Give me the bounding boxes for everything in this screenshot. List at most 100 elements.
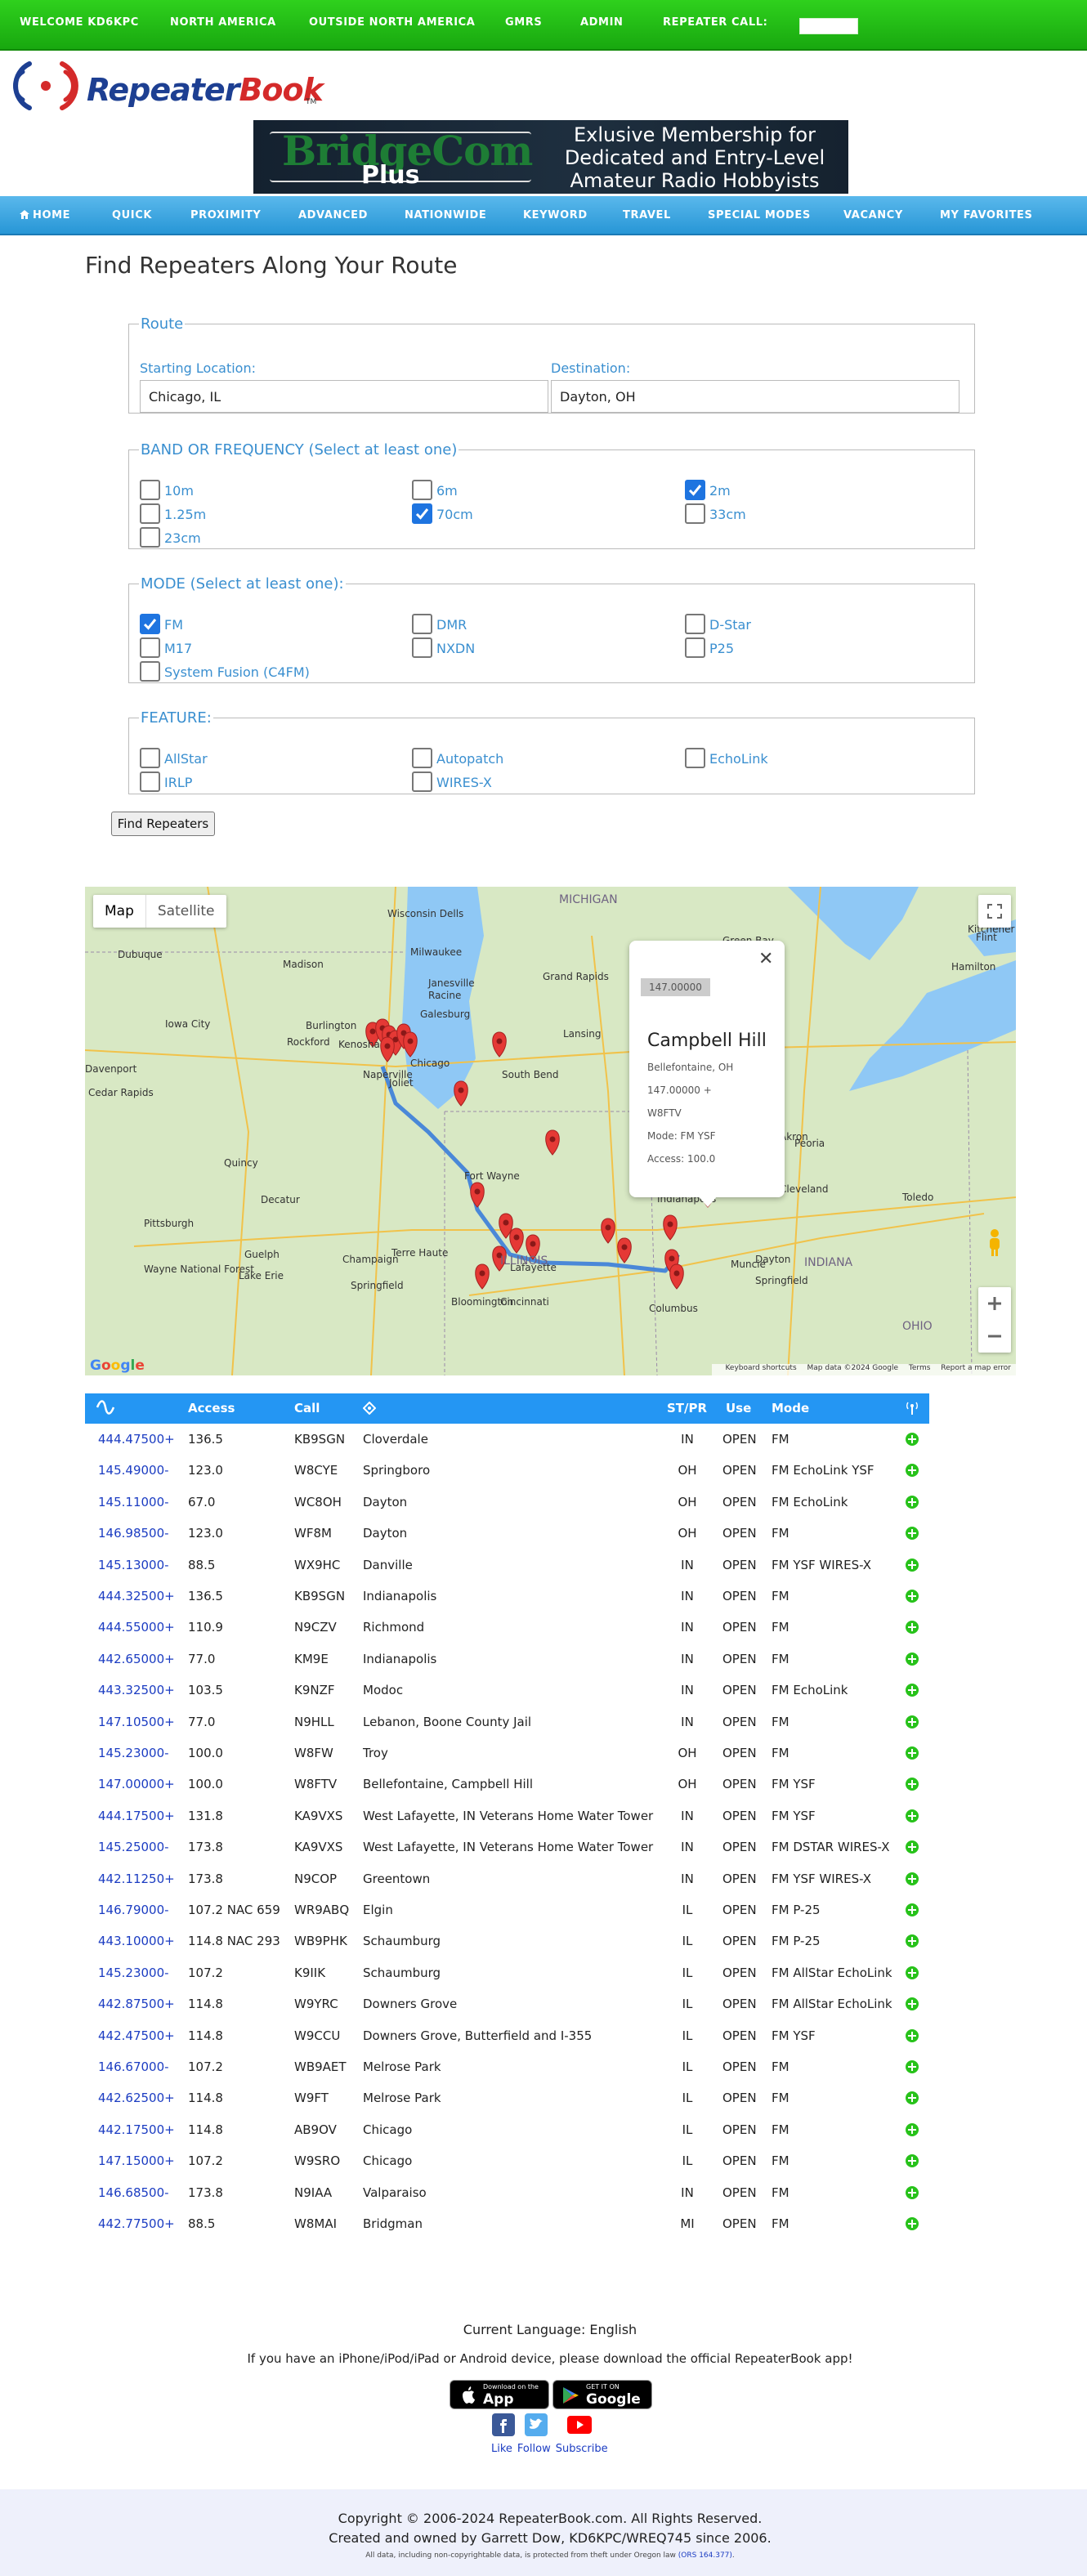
zoom-in-button[interactable] <box>978 1287 1011 1320</box>
nav-item-quick[interactable]: QUICK <box>112 209 152 221</box>
nav-item-home[interactable]: HOME <box>20 209 70 221</box>
nav-item-nationwide[interactable]: NATIONWIDE <box>405 209 486 221</box>
add-favorite-plus-icon[interactable] <box>906 1872 919 1885</box>
add-favorite-plus-icon[interactable] <box>906 2154 919 2168</box>
feature-label-irlp[interactable]: IRLP <box>164 775 192 790</box>
band-checkbox-2m[interactable] <box>685 480 705 500</box>
use-header[interactable]: Use <box>726 1401 751 1415</box>
add-favorite-plus-icon[interactable] <box>906 2122 919 2136</box>
frequency-link[interactable]: 145.23000- <box>98 1746 169 1760</box>
feature-checkbox-wires-x[interactable] <box>412 771 432 792</box>
add-favorite-plus-icon[interactable] <box>906 1809 919 1822</box>
frequency-link[interactable]: 443.10000+ <box>98 1934 175 1948</box>
stpr-header[interactable]: ST/PR <box>667 1401 707 1415</box>
frequency-link[interactable]: 147.00000+ <box>98 1777 175 1791</box>
report-map-error-link[interactable]: Report a map error <box>941 1364 1011 1372</box>
nav-item-travel[interactable]: TRAVEL <box>623 209 671 221</box>
zoom-out-button[interactable] <box>978 1320 1011 1353</box>
mode-checkbox-system-fusion-c4fm[interactable] <box>140 661 160 682</box>
add-favorite-plus-icon[interactable] <box>906 1840 919 1854</box>
add-favorite-plus-icon[interactable] <box>906 1590 919 1603</box>
pegman-button[interactable] <box>978 1226 1011 1259</box>
frequency-link[interactable]: 147.15000+ <box>98 2153 175 2168</box>
frequency-link[interactable]: 146.79000- <box>98 1903 169 1917</box>
mode-label-dmr[interactable]: DMR <box>436 617 467 633</box>
mode-checkbox-nxdn[interactable] <box>412 637 432 658</box>
google-play-badge[interactable]: GET IT ON Google Play <box>552 2380 652 2424</box>
twitter-button[interactable] <box>525 2413 548 2436</box>
add-favorite-plus-icon[interactable] <box>906 2060 919 2073</box>
band-label-2m[interactable]: 2m <box>709 483 731 499</box>
feature-label-autopatch[interactable]: Autopatch <box>436 751 503 767</box>
add-favorite-plus-icon[interactable] <box>906 1997 919 2011</box>
band-checkbox-1-25m[interactable] <box>140 503 160 524</box>
band-checkbox-33cm[interactable] <box>685 503 705 524</box>
frequency-link[interactable]: 442.77500+ <box>98 2216 175 2231</box>
nav-item-keyword[interactable]: KEYWORD <box>523 209 588 221</box>
add-favorite-plus-icon[interactable] <box>906 2028 919 2042</box>
access-header[interactable]: Access <box>188 1401 235 1415</box>
add-favorite-plus-icon[interactable] <box>906 1558 919 1572</box>
add-favorite-plus-icon[interactable] <box>906 1652 919 1666</box>
mode-checkbox-d-star[interactable] <box>685 614 705 634</box>
fullscreen-button[interactable] <box>978 895 1011 928</box>
topbar-item-outside-north-america[interactable]: OUTSIDE NORTH AMERICA <box>309 16 475 29</box>
frequency-link[interactable]: 444.47500+ <box>98 1432 175 1447</box>
nav-item-vacancy[interactable]: VACANCY <box>843 209 903 221</box>
frequency-link[interactable]: 444.55000+ <box>98 1620 175 1635</box>
repeater-call-input[interactable] <box>799 18 858 34</box>
nav-item-special-modes[interactable]: SPECIAL MODES <box>708 209 811 221</box>
map-view-button[interactable]: Map <box>93 895 145 928</box>
add-favorite-plus-icon[interactable] <box>906 1464 919 1478</box>
mode-checkbox-p25[interactable] <box>685 637 705 658</box>
add-favorite-plus-icon[interactable] <box>906 1746 919 1760</box>
keyboard-shortcuts-link[interactable]: Keyboard shortcuts <box>725 1364 796 1372</box>
frequency-link[interactable]: 147.10500+ <box>98 1715 175 1729</box>
like-link[interactable]: Like <box>491 2443 512 2455</box>
nav-item-my-favorites[interactable]: MY FAVORITES <box>940 209 1033 221</box>
add-favorite-plus-icon[interactable] <box>906 1715 919 1729</box>
add-favorite-plus-icon[interactable] <box>906 2091 919 2105</box>
topbar-item-welcome[interactable]: WELCOME KD6KPC <box>20 16 139 29</box>
follow-link[interactable]: Follow <box>517 2443 551 2455</box>
band-label-10m[interactable]: 10m <box>164 483 194 499</box>
frequency-link[interactable]: 145.13000- <box>98 1558 169 1572</box>
destination-input[interactable] <box>551 380 960 413</box>
mode-label-nxdn[interactable]: NXDN <box>436 641 475 656</box>
band-checkbox-6m[interactable] <box>412 480 432 500</box>
frequency-link[interactable]: 442.17500+ <box>98 2122 175 2137</box>
mode-label-p25[interactable]: P25 <box>709 641 734 656</box>
add-favorite-plus-icon[interactable] <box>906 1495 919 1509</box>
feature-checkbox-allstar[interactable] <box>140 748 160 768</box>
bridgecom-banner-ad[interactable]: BridgeCom Plus Exlusive Membership for D… <box>253 120 848 194</box>
frequency-link[interactable]: 443.32500+ <box>98 1683 175 1697</box>
frequency-link[interactable]: 145.49000- <box>98 1463 169 1478</box>
frequency-link[interactable]: 146.98500- <box>98 1526 169 1541</box>
topbar-item-gmrs[interactable]: GMRS <box>505 16 542 29</box>
band-label-6m[interactable]: 6m <box>436 483 458 499</box>
band-label-23cm[interactable]: 23cm <box>164 530 201 546</box>
app-store-badge[interactable]: Download on the App Store <box>450 2380 549 2424</box>
band-label-70cm[interactable]: 70cm <box>436 507 473 522</box>
frequency-header[interactable] <box>96 1399 115 1419</box>
add-favorite-plus-icon[interactable] <box>906 1778 919 1791</box>
mode-label-m17[interactable]: M17 <box>164 641 192 656</box>
frequency-link[interactable]: 146.67000- <box>98 2059 169 2074</box>
feature-checkbox-autopatch[interactable] <box>412 748 432 768</box>
add-favorite-plus-icon[interactable] <box>906 1527 919 1541</box>
frequency-link[interactable]: 444.17500+ <box>98 1809 175 1823</box>
nav-item-proximity[interactable]: PROXIMITY <box>190 209 261 221</box>
popup-close-icon[interactable]: ✕ <box>758 949 773 969</box>
frequency-link[interactable]: 146.68500- <box>98 2185 169 2200</box>
topbar-item-admin[interactable]: ADMIN <box>580 16 624 29</box>
start-location-input[interactable] <box>140 380 548 413</box>
feature-checkbox-echolink[interactable] <box>685 748 705 768</box>
feature-label-wires-x[interactable]: WIRES-X <box>436 775 492 790</box>
youtube-button[interactable] <box>567 2416 592 2434</box>
map-canvas[interactable]: MICHIGANMilwaukeeMadisonRockfordNapervil… <box>85 887 1016 1375</box>
add-favorite-plus-icon[interactable] <box>906 1934 919 1948</box>
terms-link[interactable]: Terms <box>909 1364 931 1372</box>
add-favorite-plus-icon[interactable] <box>906 2217 919 2230</box>
band-label-33cm[interactable]: 33cm <box>709 507 746 522</box>
add-favorite-plus-icon[interactable] <box>906 1621 919 1635</box>
